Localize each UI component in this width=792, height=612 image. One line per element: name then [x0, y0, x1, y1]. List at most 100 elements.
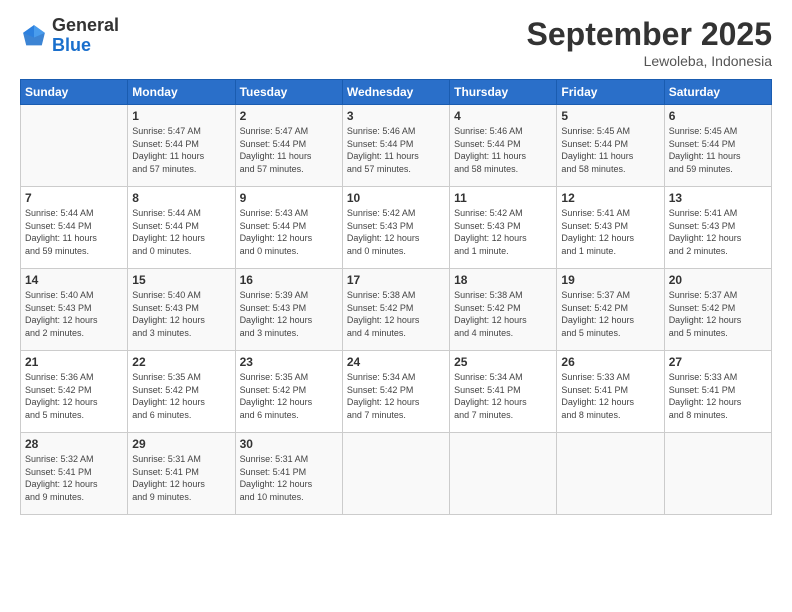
day-info: Sunrise: 5:44 AM Sunset: 5:44 PM Dayligh… — [25, 207, 123, 257]
day-info: Sunrise: 5:36 AM Sunset: 5:42 PM Dayligh… — [25, 371, 123, 421]
col-header-tuesday: Tuesday — [235, 80, 342, 105]
calendar-cell: 11 Sunrise: 5:42 AM Sunset: 5:43 PM Dayli… — [450, 187, 557, 269]
logo-blue: Blue — [52, 35, 91, 55]
calendar-cell: 13 Sunrise: 5:41 AM Sunset: 5:43 PM Dayli… — [664, 187, 771, 269]
page: General Blue September 2025 Lewoleba, In… — [0, 0, 792, 612]
calendar-cell: 30 Sunrise: 5:31 AM Sunset: 5:41 PM Dayli… — [235, 433, 342, 515]
col-header-thursday: Thursday — [450, 80, 557, 105]
day-info: Sunrise: 5:33 AM Sunset: 5:41 PM Dayligh… — [669, 371, 767, 421]
col-header-saturday: Saturday — [664, 80, 771, 105]
day-info: Sunrise: 5:46 AM Sunset: 5:44 PM Dayligh… — [454, 125, 552, 175]
week-row-1: 7 Sunrise: 5:44 AM Sunset: 5:44 PM Daylig… — [21, 187, 772, 269]
day-info: Sunrise: 5:40 AM Sunset: 5:43 PM Dayligh… — [132, 289, 230, 339]
day-number: 25 — [454, 355, 552, 369]
calendar-cell: 17 Sunrise: 5:38 AM Sunset: 5:42 PM Dayli… — [342, 269, 449, 351]
logo: General Blue — [20, 16, 119, 56]
day-info: Sunrise: 5:31 AM Sunset: 5:41 PM Dayligh… — [240, 453, 338, 503]
day-info: Sunrise: 5:31 AM Sunset: 5:41 PM Dayligh… — [132, 453, 230, 503]
day-number: 13 — [669, 191, 767, 205]
calendar-cell: 8 Sunrise: 5:44 AM Sunset: 5:44 PM Daylig… — [128, 187, 235, 269]
day-number: 8 — [132, 191, 230, 205]
day-info: Sunrise: 5:38 AM Sunset: 5:42 PM Dayligh… — [347, 289, 445, 339]
day-number: 18 — [454, 273, 552, 287]
week-row-3: 21 Sunrise: 5:36 AM Sunset: 5:42 PM Dayli… — [21, 351, 772, 433]
calendar-cell: 10Sunrise: 5:42 AM Sunset: 5:43 PM Dayli… — [342, 187, 449, 269]
day-info: Sunrise: 5:43 AM Sunset: 5:44 PM Dayligh… — [240, 207, 338, 257]
calendar-cell: 1 Sunrise: 5:47 AM Sunset: 5:44 PM Daylig… — [128, 105, 235, 187]
day-info: Sunrise: 5:41 AM Sunset: 5:43 PM Dayligh… — [561, 207, 659, 257]
header: General Blue September 2025 Lewoleba, In… — [20, 16, 772, 69]
calendar-cell — [450, 433, 557, 515]
day-info: Sunrise: 5:40 AM Sunset: 5:43 PM Dayligh… — [25, 289, 123, 339]
day-number: 24 — [347, 355, 445, 369]
calendar-cell: 6 Sunrise: 5:45 AM Sunset: 5:44 PM Daylig… — [664, 105, 771, 187]
day-number: 7 — [25, 191, 123, 205]
month-title: September 2025 — [527, 16, 772, 53]
day-info: Sunrise: 5:42 AM Sunset: 5:43 PM Dayligh… — [454, 207, 552, 257]
day-number: 15 — [132, 273, 230, 287]
week-row-4: 28 Sunrise: 5:32 AM Sunset: 5:41 PM Dayli… — [21, 433, 772, 515]
week-row-0: 1 Sunrise: 5:47 AM Sunset: 5:44 PM Daylig… — [21, 105, 772, 187]
day-info: Sunrise: 5:42 AM Sunset: 5:43 PM Dayligh… — [347, 207, 445, 257]
day-info: Sunrise: 5:38 AM Sunset: 5:42 PM Dayligh… — [454, 289, 552, 339]
day-info: Sunrise: 5:45 AM Sunset: 5:44 PM Dayligh… — [669, 125, 767, 175]
day-number: 21 — [25, 355, 123, 369]
day-number: 14 — [25, 273, 123, 287]
calendar-cell: 27 Sunrise: 5:33 AM Sunset: 5:41 PM Dayli… — [664, 351, 771, 433]
day-info: Sunrise: 5:47 AM Sunset: 5:44 PM Dayligh… — [240, 125, 338, 175]
calendar-cell — [21, 105, 128, 187]
calendar-cell: 29 Sunrise: 5:31 AM Sunset: 5:41 PM Dayli… — [128, 433, 235, 515]
day-number: 22 — [132, 355, 230, 369]
day-number: 1 — [132, 109, 230, 123]
day-number: 9 — [240, 191, 338, 205]
calendar-cell: 7 Sunrise: 5:44 AM Sunset: 5:44 PM Daylig… — [21, 187, 128, 269]
day-number: 26 — [561, 355, 659, 369]
day-number: 11 — [454, 191, 552, 205]
day-info: Sunrise: 5:37 AM Sunset: 5:42 PM Dayligh… — [669, 289, 767, 339]
day-info: Sunrise: 5:47 AM Sunset: 5:44 PM Dayligh… — [132, 125, 230, 175]
day-info: Sunrise: 5:32 AM Sunset: 5:41 PM Dayligh… — [25, 453, 123, 503]
calendar-cell: 21 Sunrise: 5:36 AM Sunset: 5:42 PM Dayli… — [21, 351, 128, 433]
calendar-cell: 22Sunrise: 5:35 AM Sunset: 5:42 PM Dayli… — [128, 351, 235, 433]
calendar-cell: 15 Sunrise: 5:40 AM Sunset: 5:43 PM Dayli… — [128, 269, 235, 351]
title-block: September 2025 Lewoleba, Indonesia — [527, 16, 772, 69]
day-number: 6 — [669, 109, 767, 123]
col-header-sunday: Sunday — [21, 80, 128, 105]
day-info: Sunrise: 5:33 AM Sunset: 5:41 PM Dayligh… — [561, 371, 659, 421]
calendar-cell: 9 Sunrise: 5:43 AM Sunset: 5:44 PM Daylig… — [235, 187, 342, 269]
calendar-cell: 19 Sunrise: 5:37 AM Sunset: 5:42 PM Dayli… — [557, 269, 664, 351]
day-number: 28 — [25, 437, 123, 451]
calendar-cell: 23 Sunrise: 5:35 AM Sunset: 5:42 PM Dayli… — [235, 351, 342, 433]
calendar-cell — [342, 433, 449, 515]
calendar-cell: 4 Sunrise: 5:46 AM Sunset: 5:44 PM Daylig… — [450, 105, 557, 187]
day-number: 20 — [669, 273, 767, 287]
day-number: 23 — [240, 355, 338, 369]
day-number: 3 — [347, 109, 445, 123]
calendar-cell: 18 Sunrise: 5:38 AM Sunset: 5:42 PM Dayli… — [450, 269, 557, 351]
day-info: Sunrise: 5:35 AM Sunset: 5:42 PM Dayligh… — [240, 371, 338, 421]
day-info: Sunrise: 5:45 AM Sunset: 5:44 PM Dayligh… — [561, 125, 659, 175]
calendar-cell: 26 Sunrise: 5:33 AM Sunset: 5:41 PM Dayli… — [557, 351, 664, 433]
calendar-cell: 16Sunrise: 5:39 AM Sunset: 5:43 PM Dayli… — [235, 269, 342, 351]
day-number: 19 — [561, 273, 659, 287]
day-number: 17 — [347, 273, 445, 287]
day-number: 30 — [240, 437, 338, 451]
day-info: Sunrise: 5:41 AM Sunset: 5:43 PM Dayligh… — [669, 207, 767, 257]
day-info: Sunrise: 5:44 AM Sunset: 5:44 PM Dayligh… — [132, 207, 230, 257]
day-info: Sunrise: 5:37 AM Sunset: 5:42 PM Dayligh… — [561, 289, 659, 339]
calendar-cell — [557, 433, 664, 515]
day-info: Sunrise: 5:34 AM Sunset: 5:42 PM Dayligh… — [347, 371, 445, 421]
day-number: 29 — [132, 437, 230, 451]
calendar-cell: 12Sunrise: 5:41 AM Sunset: 5:43 PM Dayli… — [557, 187, 664, 269]
day-number: 27 — [669, 355, 767, 369]
header-row: SundayMondayTuesdayWednesdayThursdayFrid… — [21, 80, 772, 105]
day-number: 4 — [454, 109, 552, 123]
day-info: Sunrise: 5:39 AM Sunset: 5:43 PM Dayligh… — [240, 289, 338, 339]
calendar-cell: 28 Sunrise: 5:32 AM Sunset: 5:41 PM Dayli… — [21, 433, 128, 515]
day-number: 2 — [240, 109, 338, 123]
calendar-cell: 5Sunrise: 5:45 AM Sunset: 5:44 PM Daylig… — [557, 105, 664, 187]
day-info: Sunrise: 5:34 AM Sunset: 5:41 PM Dayligh… — [454, 371, 552, 421]
logo-text: General Blue — [52, 16, 119, 56]
week-row-2: 14 Sunrise: 5:40 AM Sunset: 5:43 PM Dayli… — [21, 269, 772, 351]
calendar-cell: 20 Sunrise: 5:37 AM Sunset: 5:42 PM Dayli… — [664, 269, 771, 351]
